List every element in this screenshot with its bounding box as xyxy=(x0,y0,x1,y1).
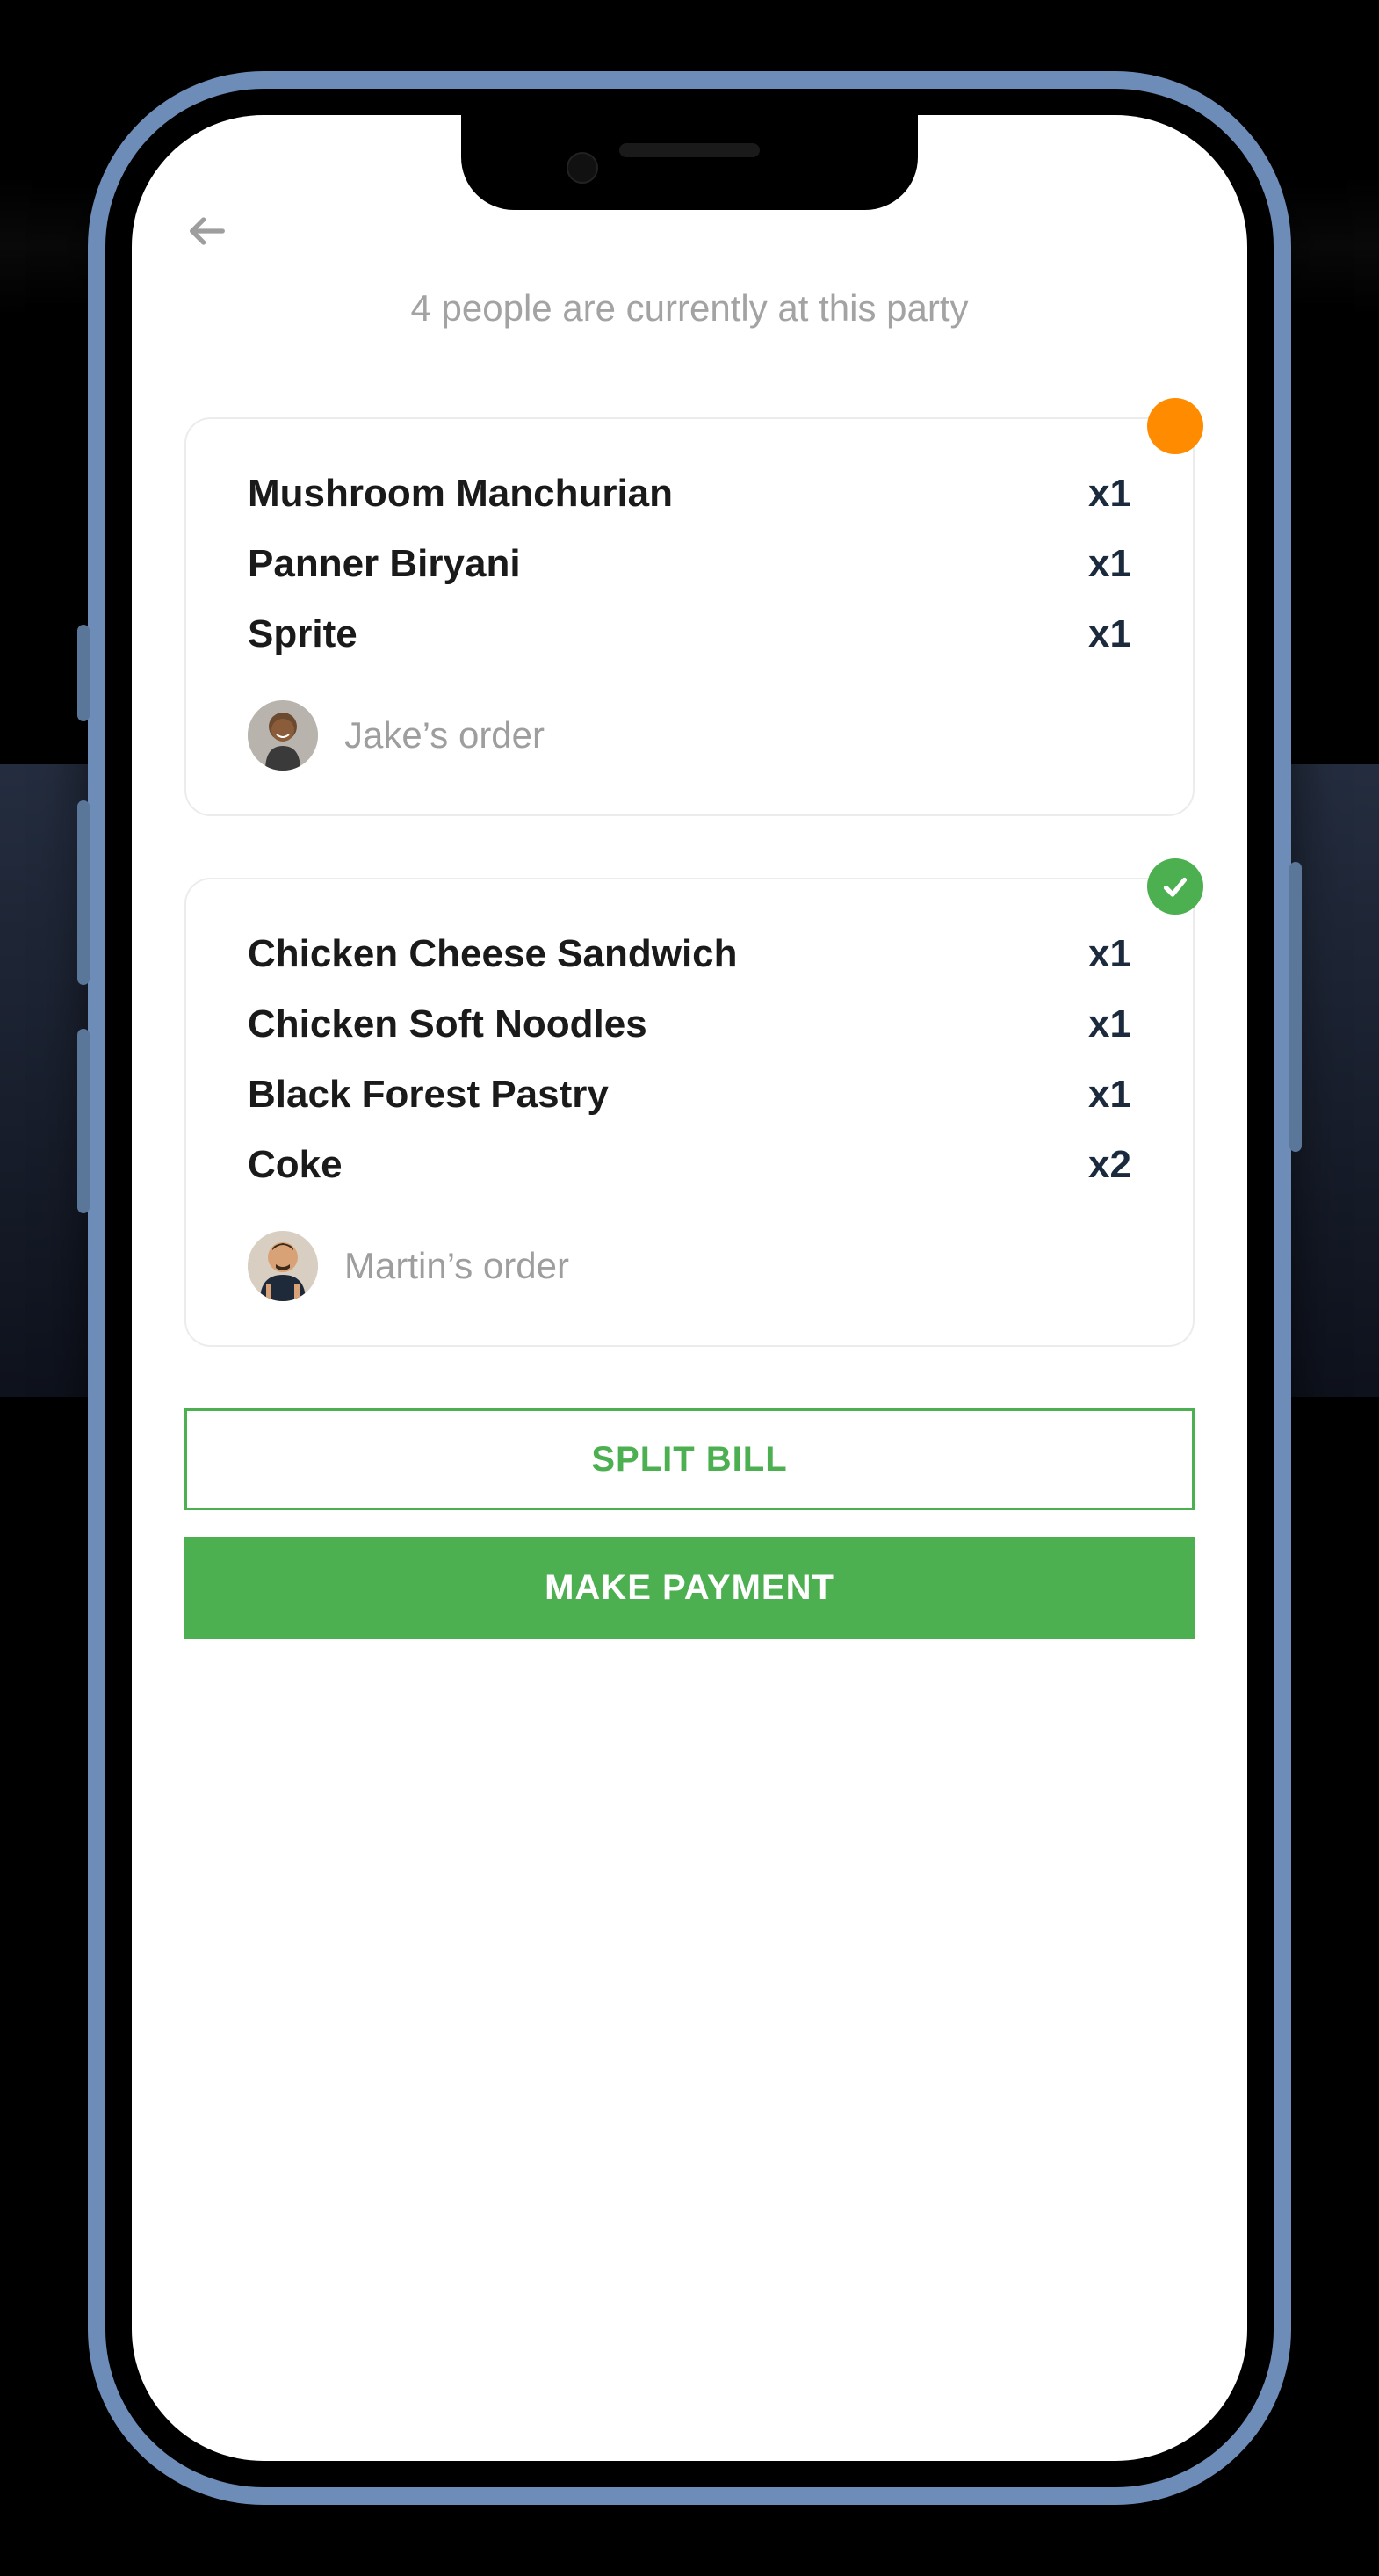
check-icon xyxy=(1159,871,1191,902)
order-card: Mushroom Manchurian x1 Panner Biryani x1… xyxy=(184,417,1195,816)
phone-power-button xyxy=(1289,862,1302,1152)
order-item-qty: x1 xyxy=(1088,932,1131,976)
order-item-name: Chicken Cheese Sandwich xyxy=(248,932,738,976)
split-bill-button[interactable]: SPLIT BILL xyxy=(184,1408,1195,1510)
phone-speaker xyxy=(619,143,760,157)
order-item-qty: x1 xyxy=(1088,542,1131,586)
order-item-name: Panner Biryani xyxy=(248,542,521,586)
order-item-row: Coke x2 xyxy=(248,1143,1131,1187)
avatar xyxy=(248,1231,318,1301)
order-item-qty: x1 xyxy=(1088,472,1131,516)
order-item-name: Black Forest Pastry xyxy=(248,1073,609,1117)
avatar xyxy=(248,700,318,771)
order-owner-label: Jake’s order xyxy=(344,714,545,756)
order-item-qty: x1 xyxy=(1088,1002,1131,1046)
order-owner: Jake’s order xyxy=(248,700,1131,771)
phone-notch xyxy=(461,113,918,210)
status-dot-pending xyxy=(1147,398,1203,454)
order-item-name: Chicken Soft Noodles xyxy=(248,1002,647,1046)
phone-frame: 4 people are currently at this party Mus… xyxy=(88,71,1291,2505)
order-item-qty: x1 xyxy=(1088,612,1131,656)
order-owner: Martin’s order xyxy=(248,1231,1131,1301)
order-card: Chicken Cheese Sandwich x1 Chicken Soft … xyxy=(184,878,1195,1347)
order-item-row: Chicken Soft Noodles x1 xyxy=(248,1002,1131,1046)
order-owner-label: Martin’s order xyxy=(344,1245,569,1287)
order-item-name: Mushroom Manchurian xyxy=(248,472,673,516)
order-item-qty: x1 xyxy=(1088,1073,1131,1117)
order-item-row: Sprite x1 xyxy=(248,612,1131,656)
make-payment-button[interactable]: MAKE PAYMENT xyxy=(184,1537,1195,1639)
app-screen: 4 people are currently at this party Mus… xyxy=(132,115,1247,2461)
phone-volume-down xyxy=(77,1029,90,1213)
status-dot-done xyxy=(1147,858,1203,915)
order-item-row: Black Forest Pastry x1 xyxy=(248,1073,1131,1117)
back-button[interactable] xyxy=(184,208,237,261)
phone-side-button xyxy=(77,625,90,721)
arrow-left-icon xyxy=(184,208,230,254)
phone-bezel: 4 people are currently at this party Mus… xyxy=(105,89,1274,2487)
order-item-name: Sprite xyxy=(248,612,357,656)
party-subtitle: 4 people are currently at this party xyxy=(184,287,1195,329)
order-item-qty: x2 xyxy=(1088,1143,1131,1187)
order-item-row: Mushroom Manchurian x1 xyxy=(248,472,1131,516)
order-item-name: Coke xyxy=(248,1143,343,1187)
phone-camera xyxy=(567,152,598,184)
order-item-row: Panner Biryani x1 xyxy=(248,542,1131,586)
order-item-row: Chicken Cheese Sandwich x1 xyxy=(248,932,1131,976)
phone-volume-up xyxy=(77,800,90,985)
